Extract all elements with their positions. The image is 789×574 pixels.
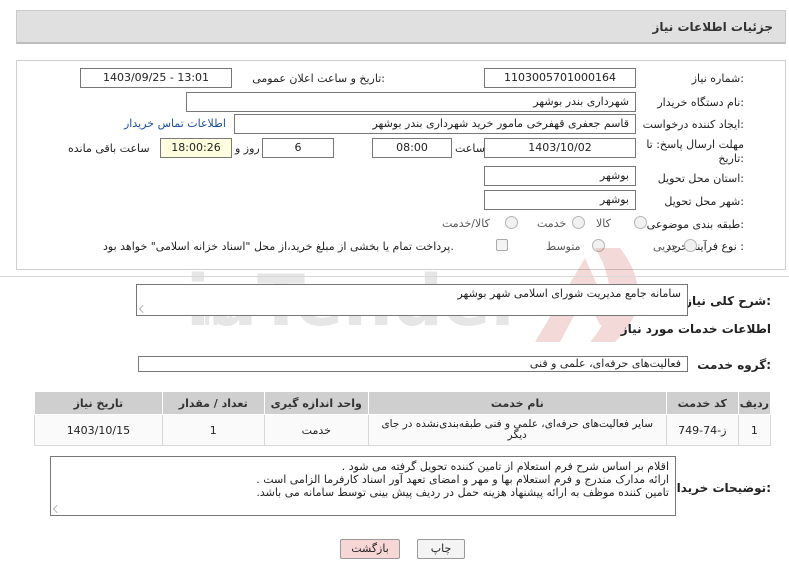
- buyer-notes-field: اقلام بر اساس شرح فرم استعلام از تامین ک…: [50, 456, 676, 516]
- deadline-time-label: ساعت: [455, 142, 485, 155]
- buyer-notes-line-3: تامین کننده موظف به ارائه پیشنهاد هزینه …: [256, 486, 669, 499]
- resize-grip-icon[interactable]: [53, 505, 61, 513]
- page-header: جزئیات اطلاعات نیاز: [16, 10, 786, 44]
- process-medium-label: متوسط: [546, 240, 581, 253]
- deadline-time-field: 08:00: [372, 138, 452, 158]
- remaining-time-field: 18:00:26: [160, 138, 232, 158]
- province-field: بوشهر: [484, 166, 636, 186]
- col-service-code: کد خدمت: [665, 391, 739, 415]
- category-service-label: خدمت: [537, 217, 567, 230]
- back-button[interactable]: بازگشت: [340, 539, 400, 559]
- table-header-row: ردیف کد خدمت نام خدمت واحد اندازه گیری ت…: [34, 391, 772, 415]
- buyer-field: شهرداری بندر بوشهر: [186, 92, 636, 112]
- cell-quantity: 1: [161, 414, 265, 446]
- cell-service-name: سایر فعالیت‌های حرفه‌ای، علمی و فنی طبقه…: [367, 414, 667, 446]
- creator-label: ایجاد کننده درخواست:: [642, 118, 744, 131]
- buyer-contact-link[interactable]: اطلاعات تماس خریدار: [124, 117, 226, 130]
- services-section-title: اطلاعات خدمات مورد نیاز: [620, 322, 771, 336]
- deadline-label: مهلت ارسال پاسخ: تا تاریخ:: [646, 138, 744, 165]
- summary-text: سامانه جامع مدیریت شورای اسلامی شهر بوشه…: [457, 287, 681, 300]
- col-row-number: ردیف: [737, 391, 772, 415]
- cell-service-code: ز-74-749: [665, 414, 739, 446]
- days-remaining-field: 6: [262, 138, 334, 158]
- buyer-notes-label: توضیحات خریدار:: [669, 481, 771, 495]
- category-label: طبقه بندی موضوعی:: [646, 218, 744, 231]
- city-label: شهر محل تحویل:: [664, 195, 744, 208]
- process-minor-radio[interactable]: [684, 239, 697, 252]
- cell-row-number: 1: [737, 414, 772, 446]
- treasury-payment-checkbox[interactable]: [496, 239, 508, 251]
- summary-field: سامانه جامع مدیریت شورای اسلامی شهر بوشه…: [136, 284, 688, 316]
- cell-need-date: 1403/10/15: [34, 414, 163, 446]
- buyer-label: نام دستگاه خریدار:: [657, 96, 744, 109]
- cell-unit: خدمت: [263, 414, 369, 446]
- remaining-time-label: ساعت باقی مانده: [68, 142, 150, 155]
- summary-label: شرح کلی نیاز:: [685, 294, 771, 308]
- print-button[interactable]: چاپ: [417, 539, 465, 559]
- need-number-field: 1103005701000164: [484, 68, 636, 88]
- city-field: بوشهر: [484, 190, 636, 210]
- treasury-payment-note: پرداخت تمام یا بخشی از مبلغ خرید،از محل …: [103, 240, 454, 253]
- category-goods-service-radio[interactable]: [505, 216, 518, 229]
- province-label: استان محل تحویل:: [657, 172, 744, 185]
- col-quantity: تعداد / مقدار: [161, 391, 265, 415]
- buyer-notes-line-2: ارائه مدارک مندرج و فرم استعلام بها و مه…: [256, 473, 669, 486]
- category-goods-label: کالا: [596, 217, 611, 230]
- category-goods-service-label: کالا/خدمت: [442, 217, 490, 230]
- need-number-label: شماره نیاز:: [691, 72, 744, 85]
- category-goods-radio[interactable]: [634, 216, 647, 229]
- page-title: جزئیات اطلاعات نیاز: [652, 20, 773, 34]
- category-service-radio[interactable]: [572, 216, 585, 229]
- process-medium-radio[interactable]: [592, 239, 605, 252]
- service-group-label: گروه خدمت:: [697, 358, 771, 372]
- table-row: 1 ز-74-749 سایر فعالیت‌های حرفه‌ای، علمی…: [34, 414, 772, 446]
- announce-date-field: 1403/09/25 - 13:01: [80, 68, 232, 88]
- days-label: روز و: [235, 142, 260, 155]
- creator-field: قاسم جعفری قهفرخی مامور خرید شهرداری بند…: [234, 114, 636, 134]
- buyer-notes-line-1: اقلام بر اساس شرح فرم استعلام از تامین ک…: [341, 460, 669, 473]
- deadline-date-field: 1403/10/02: [484, 138, 636, 158]
- service-group-field: فعالیت‌های حرفه‌ای، علمی و فنی: [138, 356, 688, 372]
- resize-grip-icon[interactable]: [139, 305, 147, 313]
- process-minor-label: جزیی: [653, 240, 679, 253]
- col-service-name: نام خدمت: [367, 391, 667, 415]
- col-need-date: تاریخ نیاز: [34, 391, 163, 415]
- col-unit: واحد اندازه گیری: [263, 391, 369, 415]
- announce-date-label: تاریخ و ساعت اعلان عمومی:: [252, 72, 385, 85]
- services-table: ردیف کد خدمت نام خدمت واحد اندازه گیری ت…: [34, 391, 772, 446]
